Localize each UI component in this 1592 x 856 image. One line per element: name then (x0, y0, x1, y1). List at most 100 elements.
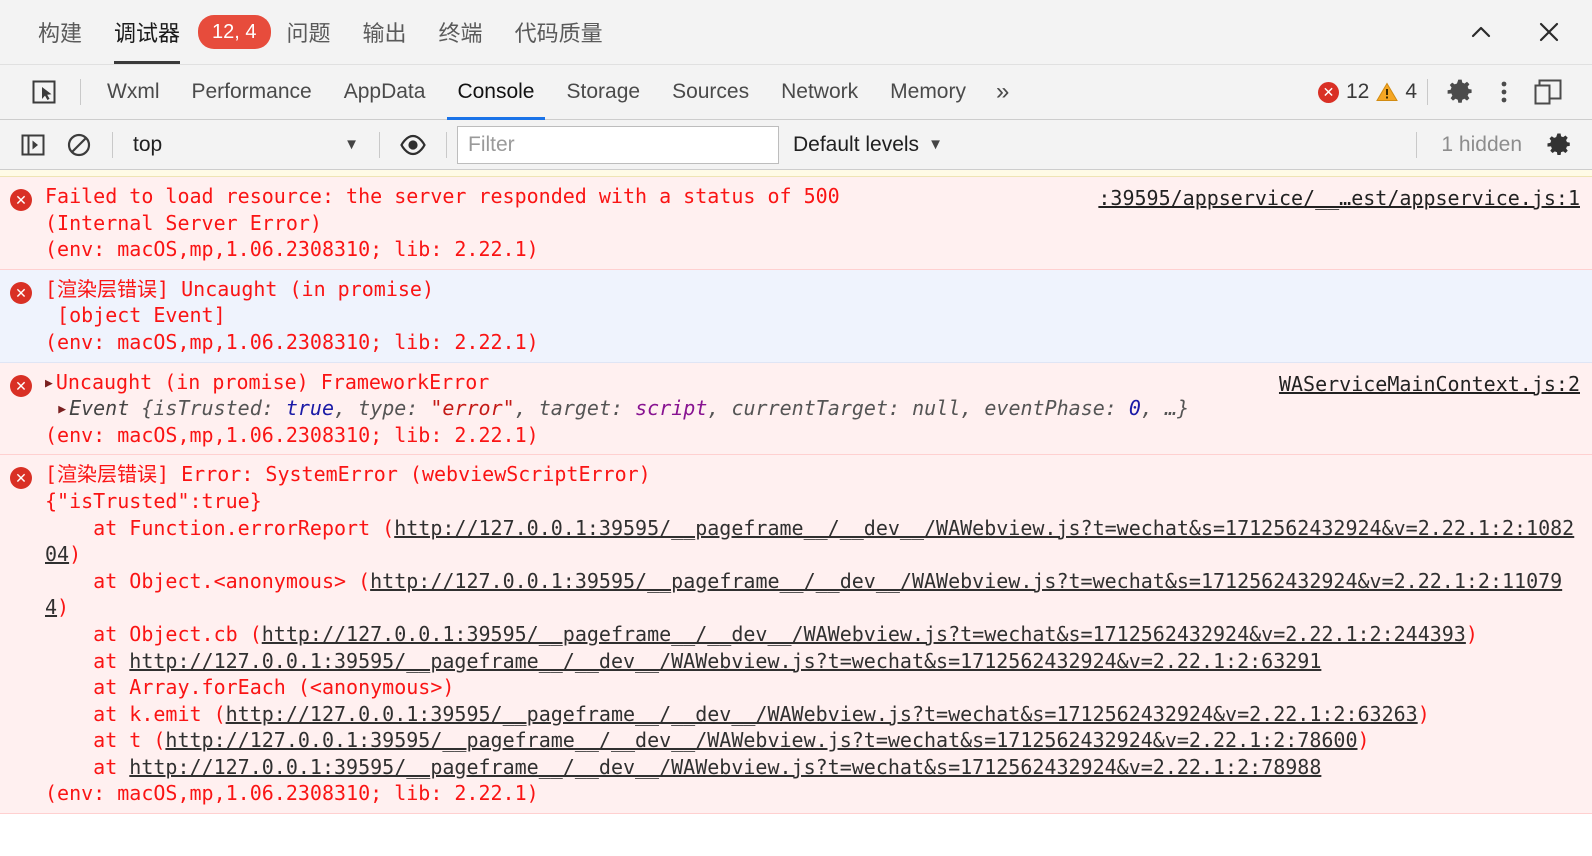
tab-sources[interactable]: Sources (656, 65, 765, 120)
stack-url-link[interactable]: http://127.0.0.1:39595/__pageframe__/__d… (165, 728, 1357, 752)
console-toolbar-right: 1 hidden (1406, 127, 1582, 163)
gear-icon[interactable] (1440, 72, 1480, 112)
chevron-down-icon: ▼ (928, 136, 943, 153)
console-message-list[interactable]: ✕ Failed to load resource: the server re… (0, 170, 1592, 856)
ide-tab-label: 终端 (438, 21, 483, 46)
warning-count: 4 (1405, 80, 1417, 103)
show-console-sidebar-icon[interactable] (15, 127, 51, 163)
filter-input[interactable] (457, 125, 779, 164)
tab-wxml[interactable]: Wxml (91, 65, 175, 120)
expand-triangle-icon[interactable]: ▶ (58, 401, 66, 418)
stack-trace: at Function.errorReport (http://127.0.0.… (45, 515, 1586, 781)
object-preview[interactable]: Event {isTrusted: true, type: "error", t… (69, 396, 1189, 420)
error-warning-counts[interactable]: ✕ 12 4 (1317, 80, 1417, 104)
stack-url-link[interactable]: http://127.0.0.1:39595/__pageframe__/__d… (262, 622, 1466, 646)
error-header: [渲染层错误] Error: SystemError (webviewScrip… (45, 462, 651, 487)
console-message-text: [渲染层错误] Error: SystemError (webviewScrip… (45, 461, 1592, 807)
devtools-tab-list: Wxml Performance AppData Console Storage… (91, 65, 1023, 120)
ide-tab-code-quality[interactable]: 代码质量 (499, 0, 619, 64)
ide-tab-output[interactable]: 输出 (347, 0, 423, 64)
tab-network[interactable]: Network (765, 65, 874, 120)
ide-tab-terminal[interactable]: 终端 (423, 0, 499, 64)
ide-tab-label: 代码质量 (514, 21, 603, 46)
stack-frame: at k.emit (http://127.0.0.1:39595/__page… (45, 701, 1430, 726)
truncated-message-above (0, 170, 1592, 177)
stack-frame: at Function.errorReport (http://127.0.0.… (45, 515, 1575, 567)
inspect-element-icon[interactable] (24, 72, 64, 112)
toolbar-divider (379, 131, 380, 158)
chevron-up-icon[interactable] (1464, 15, 1498, 49)
console-message-error[interactable]: ✕ [渲染层错误] Error: SystemError (webviewScr… (0, 455, 1592, 815)
stack-url-link[interactable]: http://127.0.0.1:39595/__pageframe__/__d… (226, 702, 1418, 726)
ide-tab-bar: 构建 调试器 12, 4 问题 输出 终端 代码质量 (0, 0, 1592, 65)
ide-tab-label: 问题 (286, 21, 331, 46)
clear-console-icon[interactable] (61, 127, 97, 163)
toolbar-divider (1427, 79, 1428, 105)
tab-label: Performance (191, 80, 312, 103)
more-options-icon[interactable] (1484, 72, 1524, 112)
error-title: Uncaught (in promise) FrameworkError (55, 369, 490, 394)
execution-context-value: top (133, 132, 163, 156)
ide-window-controls (1464, 0, 1592, 64)
tab-label: Console (457, 80, 535, 103)
toolbar-divider (446, 131, 447, 158)
toolbar-divider (112, 131, 113, 158)
tab-label: Memory (890, 80, 966, 103)
error-icon: ✕ (1317, 81, 1339, 103)
ide-tab-label: 调试器 (114, 21, 181, 46)
console-settings-gear-icon[interactable] (1541, 127, 1577, 163)
execution-context-selector[interactable]: top ▼ (123, 127, 369, 163)
tab-performance[interactable]: Performance (175, 65, 327, 120)
error-payload: {"isTrusted":true} (45, 488, 262, 513)
stack-url-link[interactable]: http://127.0.0.1:39595/__pageframe__/__d… (129, 755, 1321, 779)
console-message-error[interactable]: ✕ Failed to load resource: the server re… (0, 177, 1592, 270)
log-levels-value: Default levels (793, 132, 920, 156)
error-count: 12 (1345, 80, 1370, 103)
error-icon: ✕ (10, 189, 32, 211)
tab-label: AppData (343, 80, 426, 103)
error-icon: ✕ (10, 374, 32, 397)
ide-tab-build[interactable]: 构建 (22, 0, 98, 64)
stack-frame: at Object.<anonymous> (http://127.0.0.1:… (45, 568, 1563, 620)
tab-storage[interactable]: Storage (551, 65, 657, 120)
stack-url-link[interactable]: http://127.0.0.1:39595/__pageframe__/__d… (129, 649, 1321, 673)
ide-error-count-badge: 12, 4 (198, 15, 271, 49)
ide-tab-label: 构建 (38, 21, 83, 46)
console-filter-toolbar: top ▼ Default levels ▼ 1 hidden (0, 120, 1592, 170)
stack-frame: at Object.cb (http://127.0.0.1:39595/__p… (45, 621, 1478, 646)
expand-triangle-icon[interactable]: ▶ (45, 375, 53, 392)
ide-tab-label: 输出 (362, 21, 407, 46)
console-message-error[interactable]: ✕ [渲染层错误] Uncaught (in promise) [object … (0, 269, 1592, 363)
ide-tab-debugger[interactable]: 调试器 (98, 0, 196, 64)
devtools-status-area: ✕ 12 4 (1317, 72, 1578, 112)
env-line: (env: macOS,mp,1.06.2308310; lib: 2.22.1… (45, 422, 539, 447)
hidden-messages-count[interactable]: 1 hidden (1427, 133, 1536, 157)
error-icon: ✕ (10, 467, 32, 490)
toolbar-divider (80, 79, 81, 105)
error-icon: ✕ (10, 281, 32, 304)
close-icon[interactable] (1532, 15, 1566, 49)
tab-label: Wxml (107, 80, 160, 103)
dock-panel-icon[interactable] (1528, 72, 1568, 112)
ide-tab-problems[interactable]: 问题 (271, 0, 347, 64)
chevron-down-icon: ▼ (344, 136, 359, 153)
source-link[interactable]: WAServiceMainContext.js:2 (1279, 371, 1580, 398)
tab-memory[interactable]: Memory (874, 65, 982, 120)
stack-frame: at http://127.0.0.1:39595/__pageframe__/… (45, 754, 1322, 779)
stack-frame: at http://127.0.0.1:39595/__pageframe__/… (45, 648, 1322, 673)
log-levels-selector[interactable]: Default levels ▼ (779, 127, 957, 163)
tab-appdata[interactable]: AppData (328, 65, 442, 120)
tab-console[interactable]: Console (441, 65, 550, 120)
toolbar-divider (1416, 131, 1418, 158)
tab-label: Network (781, 80, 859, 103)
console-message-text: [渲染层错误] Uncaught (in promise) [object Ev… (45, 276, 539, 354)
env-line: (env: macOS,mp,1.06.2308310; lib: 2.22.1… (45, 781, 539, 806)
stack-frame: at Array.forEach (<anonymous>) (45, 675, 455, 700)
warning-icon (1376, 82, 1399, 101)
tab-label: Sources (672, 80, 750, 103)
source-link[interactable]: :39595/appservice/__…est/appservice.js:1 (1098, 185, 1580, 212)
devtools-tab-bar: Wxml Performance AppData Console Storage… (0, 65, 1592, 120)
live-expression-icon[interactable] (395, 127, 431, 163)
more-tabs-icon[interactable]: » (982, 65, 1023, 120)
console-message-error[interactable]: ✕ ▶ Uncaught (in promise) FrameworkError ▶… (0, 362, 1592, 456)
